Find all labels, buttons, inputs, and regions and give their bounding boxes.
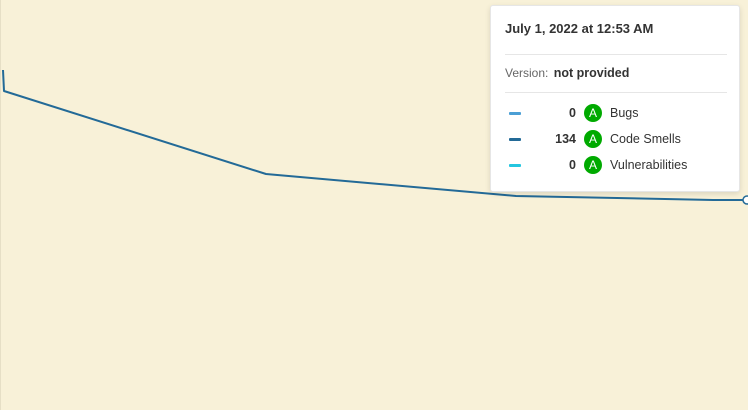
code-smells-label: Code Smells	[610, 132, 681, 146]
code-smells-value: 134	[555, 132, 576, 146]
hover-point	[742, 195, 748, 205]
bugs-value: 0	[569, 106, 576, 120]
tooltip-version: Version: not provided	[505, 55, 727, 93]
metric-list: 0 A Bugs 134 A Code Smells 0 A Vulnerabi…	[505, 93, 727, 178]
version-label: Version:	[505, 66, 549, 80]
code-smells-swatch-icon	[509, 137, 521, 141]
metric-row-vulnerabilities: 0 A Vulnerabilities	[505, 152, 727, 178]
metric-row-bugs: 0 A Bugs	[505, 100, 727, 126]
version-value: not provided	[553, 66, 630, 80]
vulnerabilities-value: 0	[569, 158, 576, 172]
metric-row-code-smells: 134 A Code Smells	[505, 126, 727, 152]
vulnerabilities-swatch-icon	[509, 163, 521, 167]
bugs-rating-badge: A	[584, 104, 602, 122]
chart-tooltip: July 1, 2022 at 12:53 AM Version: not pr…	[490, 5, 740, 192]
bugs-label: Bugs	[610, 106, 639, 120]
vulnerabilities-label: Vulnerabilities	[610, 158, 688, 172]
vulnerabilities-rating-badge: A	[584, 156, 602, 174]
tooltip-date: July 1, 2022 at 12:53 AM	[505, 6, 727, 55]
code-smells-rating-badge: A	[584, 130, 602, 148]
bugs-swatch-icon	[509, 111, 521, 115]
